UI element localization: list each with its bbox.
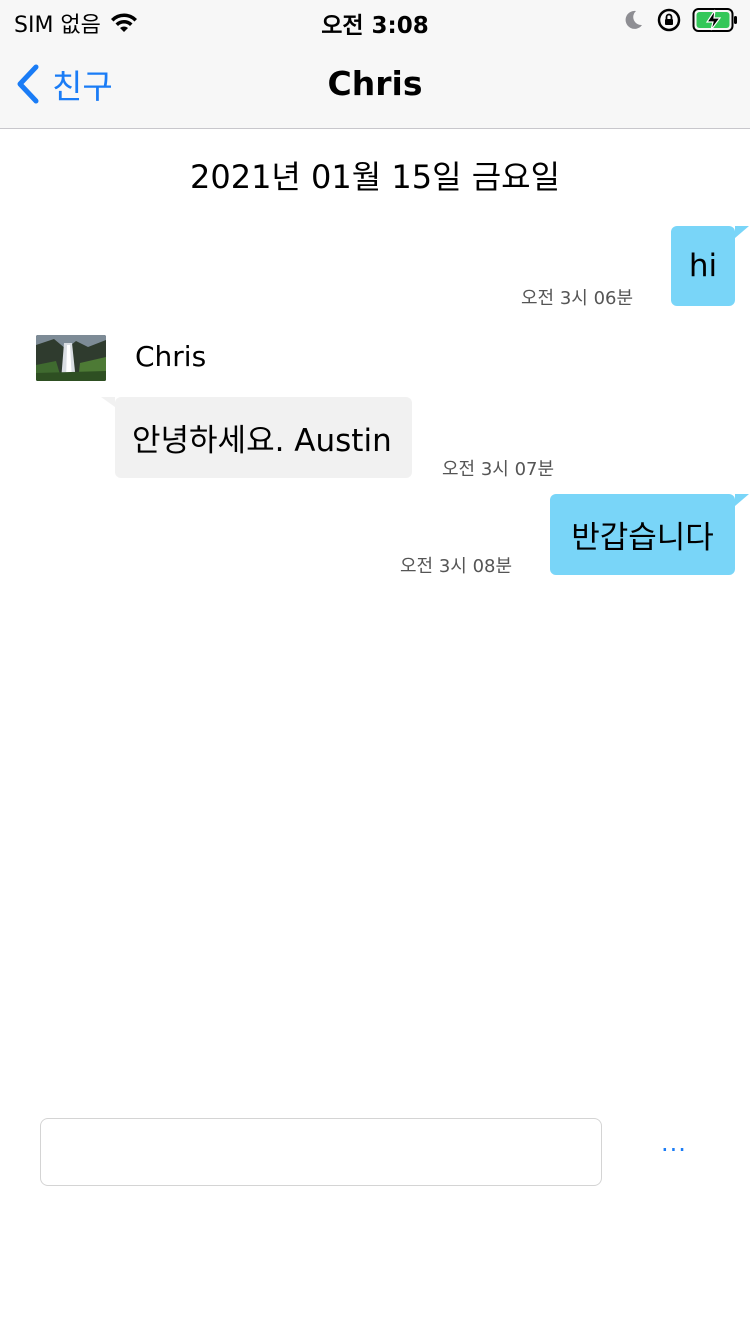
incoming-message-bubble[interactable]: 안녕하세요. Austin: [115, 397, 412, 478]
message-time: 오전 3시 06분: [521, 288, 634, 309]
moon-icon: [625, 10, 642, 29]
avatar[interactable]: [36, 335, 106, 381]
status-right: [620, 7, 738, 33]
message-time: 오전 3시 08분: [400, 556, 513, 577]
message-time: 오전 3시 07분: [442, 459, 555, 480]
more-button[interactable]: ···: [650, 1128, 698, 1172]
bubble-tail: [101, 397, 115, 407]
outgoing-message-bubble[interactable]: hi: [671, 226, 735, 306]
chat-screen: SIM 없음 오전 3:08 친구 Chris 2021년 01월 15일 금요…: [0, 0, 750, 1334]
page-title: Chris: [327, 64, 423, 103]
sender-name: Chris: [135, 340, 207, 373]
bubble-tail: [735, 494, 749, 506]
message-text: 안녕하세요. Austin: [132, 423, 392, 459]
message-input[interactable]: [40, 1118, 602, 1186]
avatar-waterfall-image: [36, 335, 106, 381]
outgoing-message-bubble[interactable]: 반갑습니다: [550, 494, 735, 575]
rotation-lock-icon: [657, 8, 681, 32]
date-header: 2021년 01월 15일 금요일: [189, 158, 561, 196]
message-text: 반갑습니다: [571, 520, 714, 556]
message-text: hi: [688, 248, 718, 284]
status-bar: SIM 없음 오전 3:08: [0, 0, 750, 40]
battery-charging-icon: [692, 8, 737, 32]
navigation-bar: 친구 Chris: [0, 40, 750, 129]
bubble-tail: [735, 226, 749, 238]
